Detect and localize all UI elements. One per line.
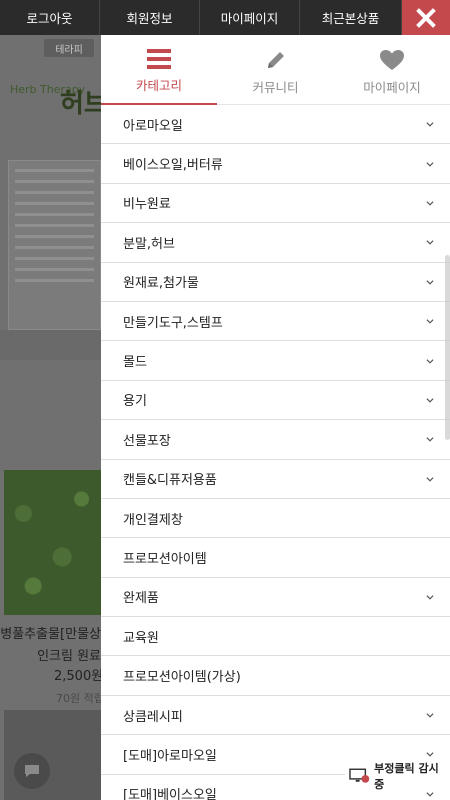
product-image-2[interactable] [4,710,101,800]
chevron-down-icon[interactable] [426,396,434,404]
close-button[interactable] [402,0,450,35]
category-item[interactable]: 베이스오일,버터류 [101,144,450,184]
category-label: 몰드 [123,355,147,371]
recent-products-link[interactable]: 최근본상품 [300,0,402,35]
category-label: 비누원료 [123,197,171,213]
fraud-click-label: 부정클릭 감시중 [374,762,439,791]
category-item[interactable]: 선물포장 [101,420,450,460]
chevron-down-icon[interactable] [426,238,434,246]
tab-mypage-label: 마이페이지 [363,80,421,95]
tab-mypage[interactable]: 마이페이지 [334,35,450,105]
heart-icon [380,50,404,70]
category-item[interactable]: 상큼레시피 [101,696,450,736]
pencil-icon [267,52,284,68]
category-list: 아로마오일베이스오일,버터류비누원료분말,허브원재료,첨가물만들기도구,스템프몰… [101,105,450,800]
category-label: 교육원 [123,630,159,646]
category-item[interactable]: 교육원 [101,617,450,657]
site-logo: 테라피 [44,39,94,57]
category-item[interactable]: 캔들&디퓨저용품 [101,460,450,499]
product-title-line2[interactable]: 인크림 원료 [0,645,101,664]
chevron-down-icon[interactable] [426,160,434,168]
category-item[interactable]: 분말,허브 [101,223,450,263]
chevron-down-icon[interactable] [426,593,434,601]
category-label: 만들기도구,스템프 [123,315,223,331]
product-image[interactable] [4,470,101,615]
category-item[interactable]: 원재료,첨가물 [101,263,450,302]
menu-icon [147,49,171,69]
tab-community[interactable]: 커뮤니티 [217,35,334,105]
category-label: 용기 [123,394,147,410]
mypage-link[interactable]: 마이페이지 [200,0,300,35]
category-item[interactable]: 프로모션아이템(가상) [101,656,450,696]
category-label: 분말,허브 [123,236,175,252]
category-item[interactable]: 몰드 [101,341,450,381]
category-item[interactable]: 비누원료 [101,184,450,224]
chevron-down-icon[interactable] [426,317,434,325]
category-item[interactable]: 만들기도구,스템프 [101,302,450,342]
background-strip [0,330,101,360]
close-icon [416,7,436,28]
product-point: 70원 적립 [56,692,104,705]
category-item[interactable]: 아로마오일 [101,105,450,145]
tab-community-label: 커뮤니티 [252,80,299,95]
category-label: 프로모션아이템(가상) [123,670,241,686]
category-item[interactable]: 프로모션아이템 [101,538,450,578]
category-label: 프로모션아이템 [123,551,207,567]
top-bar: 로그아웃 회원정보 마이페이지 최근본상품 [0,0,450,35]
category-item[interactable]: 개인결제창 [101,499,450,539]
category-label: 원재료,첨가물 [123,276,199,292]
category-label: 베이스오일,버터류 [123,158,223,174]
category-label: 캔들&디퓨저용품 [123,473,217,489]
chevron-down-icon[interactable] [426,357,434,365]
category-label: 완제품 [123,591,159,607]
category-item[interactable]: 용기 [101,381,450,421]
side-drawer: 카테고리 커뮤니티 마이페이지 아로마오일베이스오일,버터류비누원료분말,허브원… [101,35,450,800]
chevron-down-icon[interactable] [426,278,434,286]
category-label: 선물포장 [123,433,171,449]
chevron-down-icon[interactable] [426,750,434,758]
drawer-tabs: 카테고리 커뮤니티 마이페이지 [101,35,450,105]
scrollbar[interactable] [445,255,450,440]
chat-icon [25,765,39,777]
fraud-click-badge: 부정클릭 감시중 [345,762,450,791]
monitor-icon [349,768,370,783]
chevron-down-icon[interactable] [426,120,434,128]
category-label: 아로마오일 [123,118,183,134]
product-price: 2,500원 [54,669,104,684]
member-info-link[interactable]: 회원정보 [100,0,200,35]
logout-link[interactable]: 로그아웃 [0,0,100,35]
chevron-down-icon[interactable] [426,711,434,719]
chevron-down-icon[interactable] [426,475,434,483]
category-label: [도매]베이스오일 [123,788,217,800]
tab-category[interactable]: 카테고리 [101,35,217,105]
notice-panel [8,160,101,330]
chevron-down-icon[interactable] [426,435,434,443]
category-item[interactable]: 완제품 [101,578,450,618]
category-label: [도매]아로마오일 [123,748,217,764]
tab-category-label: 카테고리 [135,78,182,93]
category-label: 개인결제창 [123,512,183,528]
chat-button[interactable] [14,753,50,789]
product-title[interactable]: 병풀추출물[만물상 [0,625,101,645]
category-label: 상큼레시피 [123,709,183,725]
chevron-down-icon[interactable] [426,199,434,207]
